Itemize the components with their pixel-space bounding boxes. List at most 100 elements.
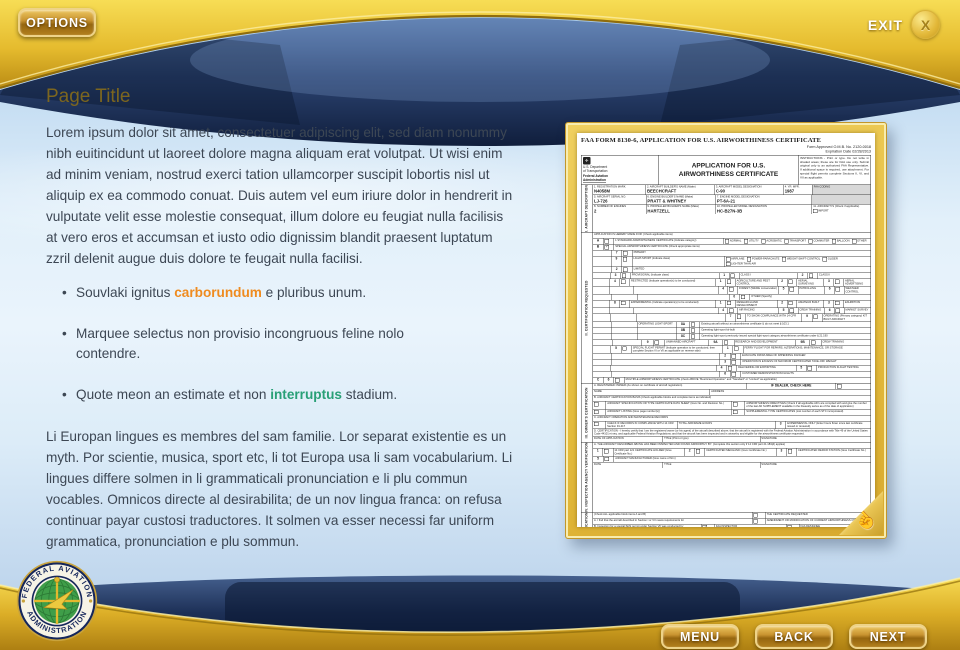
form-cell: ADDRESS <box>709 389 871 396</box>
form-sections: I. AIRCRAFT DESCRIPTION 1. REGISTRATION M… <box>581 185 871 527</box>
form-cell: 2 <box>776 279 787 287</box>
form-section-label: I. AIRCRAFT DESCRIPTION <box>582 185 593 233</box>
options-button[interactable]: OPTIONS <box>18 8 96 37</box>
bullet-marker: • <box>62 285 67 300</box>
form-cell <box>621 267 633 273</box>
document-page: FAA FORM 8130-6, APPLICATION FOR U.S. AI… <box>577 133 875 527</box>
checkbox <box>753 513 758 518</box>
form-cell: 4 <box>716 365 726 372</box>
form-cell: EXHIBITION <box>843 300 870 308</box>
next-button[interactable]: NEXT <box>849 624 927 649</box>
form-row: DATE TITLE SIGNATURE <box>593 462 871 468</box>
form-row: C 6 MULTIPLE AIRWORTHINESS CERTIFICATE (ch… <box>593 377 871 384</box>
back-button[interactable]: BACK <box>755 624 833 649</box>
form-cell <box>609 308 633 314</box>
checkbox <box>733 402 738 407</box>
form-cell: AMATEUR BUILT <box>796 300 824 308</box>
form-cell <box>730 353 740 360</box>
form-cell: 14 CFR part 121 CERTIFICATE HOLDER (Give… <box>612 448 684 456</box>
form-cell: EXPERIMENTAL (Indicate operation(s) to b… <box>629 300 715 308</box>
exit-x-icon[interactable]: X <box>911 10 940 39</box>
checkbox <box>789 308 794 313</box>
form-cell: AERIAL SURVEYING <box>796 279 824 287</box>
form-cell: 6 <box>824 286 834 294</box>
form-section-label: III. OWNER'S CERTIFICATION <box>582 383 593 443</box>
form-cell <box>689 327 699 334</box>
form-cell <box>620 345 631 354</box>
checkbox <box>852 239 857 244</box>
form-title-cell: APPLICATION FOR U.S. AIRWORTHINESS CERTI… <box>659 155 799 185</box>
form-cell: 5. AIRCRAFT SERIAL NO. LJ-726 <box>594 195 627 204</box>
form-cell <box>786 279 797 287</box>
form-row: AIRCRAFT SPECIFICATION OR TYPE CERTIFICA… <box>593 401 871 410</box>
bullet-text: Souvlaki ignitus carborundum e pluribus … <box>76 285 367 300</box>
form-cell: NORMAL UTILITY ACROBATIC TRANSPORT COMMUTER B… <box>723 238 870 245</box>
form-cell: 9. PROPELLER BUILDER'S NAME (Make) HARTZE… <box>645 204 716 214</box>
form-section: III. OWNER'S CERTIFICATION A. REGISTERED … <box>581 383 871 443</box>
form-cell: 8A <box>676 321 689 328</box>
form-cell: TITLE <box>662 462 760 468</box>
form-cell: AIRPLANE POWER-PARACHUTE WEIGHT-SHIFT-CONT… <box>724 256 871 267</box>
exit-button-label[interactable]: EXIT <box>868 17 903 33</box>
form-cell: AERIAL ADVERTISING <box>843 279 870 287</box>
form-cell: AIR RACING <box>737 308 778 314</box>
form-cell: 3 <box>823 279 834 287</box>
checkbox <box>623 267 628 272</box>
form-cell: 5 <box>778 308 788 314</box>
form-cell <box>811 194 871 205</box>
form-cell: RESTRICTED (Indicate operation(s) to be … <box>629 279 715 287</box>
form-cell: SIGNATURE <box>759 462 871 468</box>
form-cell: 11. AIRCRAFT IS (Check if applicable) IMP… <box>811 204 871 214</box>
form-cell <box>593 294 611 300</box>
checkbox <box>731 360 736 365</box>
next-button-label: NEXT <box>869 629 907 644</box>
bullet-item-1: • Souvlaki ignitus carborundum e pluribu… <box>46 283 514 303</box>
form-approval: Form Approved O.M.B. No. 2120-0018 Expir… <box>806 144 871 154</box>
form-cell <box>602 448 613 456</box>
form-cell <box>636 333 676 340</box>
form-cell: SPECIAL AIRWORTHINESS CERTIFICATE (Check… <box>613 244 871 251</box>
form-cell <box>610 365 716 372</box>
form-cell: WEATHER CONTROL <box>843 286 871 294</box>
bullet-list: • Souvlaki ignitus carborundum e pluribu… <box>46 283 514 405</box>
exit-control[interactable]: EXIT X <box>868 10 940 39</box>
form-cell: 6 <box>603 377 614 384</box>
form-row: 1 14 CFR part 121 CERTIFICATE HOLDER (Giv… <box>593 448 871 457</box>
form-cell <box>731 401 745 409</box>
form-cell <box>620 273 630 279</box>
form-cell <box>786 448 796 456</box>
form-cell: 4 <box>609 279 620 287</box>
form-cell: B <box>596 245 600 249</box>
checkbox <box>788 279 793 284</box>
form-cell: AIRCRAFT MANUFACTURER (Give name of firm… <box>613 456 871 462</box>
checkbox <box>811 340 816 345</box>
form-8130-6-preview[interactable]: FAA FORM 8130-6, APPLICATION FOR U.S. AI… <box>565 122 887 539</box>
checkbox <box>726 279 732 284</box>
form-cell: Operating light-sport kit-built <box>699 327 871 334</box>
checkbox <box>743 239 749 244</box>
form-row: 5. AIRCRAFT SERIAL NO. LJ-726 6. ENGINE BU… <box>593 194 871 205</box>
checkbox <box>808 273 814 278</box>
form-cell <box>593 421 606 428</box>
form-cell: 7. ENGINE MODEL DESIGNATION PT-6A-21 <box>715 194 811 205</box>
checkbox <box>729 287 734 292</box>
checkbox <box>835 279 840 284</box>
form-table: ✈ U.S. Department of Transportation Fede… <box>581 154 871 527</box>
form-cell: CREW TRAINING <box>797 308 825 314</box>
form-cell: CREW TRAINING <box>820 339 871 346</box>
form-cell <box>612 339 642 346</box>
menu-button[interactable]: MENU <box>661 624 739 649</box>
checkbox <box>733 409 738 415</box>
bullet-text: Marquee selectus non provisio incongruou… <box>76 326 404 361</box>
checked-checkbox: ✓ <box>604 245 609 250</box>
exit-x-glyph: X <box>920 16 931 33</box>
form-cell <box>732 345 743 354</box>
form-cell: 1 <box>722 345 732 354</box>
agency-cell: ✈ U.S. Department of Transportation Fede… <box>582 155 659 185</box>
form-cell <box>610 333 637 340</box>
form-cell: 9 <box>610 256 621 267</box>
form-cell: 2 <box>684 448 694 456</box>
form-cell: 7 <box>725 314 735 322</box>
checkbox <box>690 322 696 327</box>
checkbox <box>835 287 840 292</box>
